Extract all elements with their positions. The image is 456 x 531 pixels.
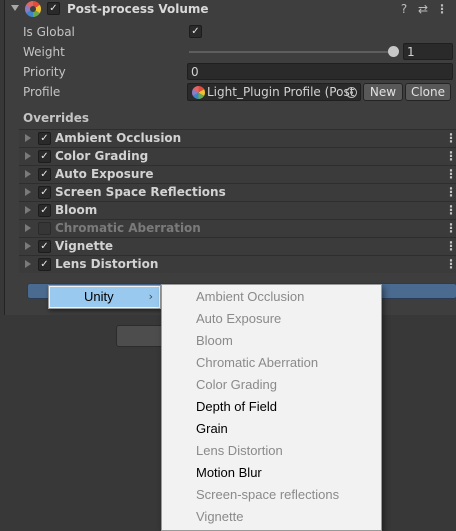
override-row[interactable]: ✓ Ambient Occlusion ⋮	[19, 129, 456, 147]
submenu-item[interactable]: Motion Blur	[196, 465, 262, 481]
override-label: Screen Space Reflections	[55, 185, 226, 199]
override-label: Ambient Occlusion	[55, 131, 182, 145]
submenu-item: Color Grading	[196, 377, 277, 392]
priority-label: Priority	[23, 65, 66, 79]
submenu-item: Ambient Occlusion	[196, 289, 305, 304]
expand-arrow-icon[interactable]	[25, 170, 31, 178]
override-row[interactable]: ✓ Color Grading ⋮	[19, 147, 456, 165]
expand-arrow-icon[interactable]	[25, 224, 31, 232]
row-menu-icon[interactable]: ⋮	[445, 184, 456, 201]
component-menu-icon[interactable]: ⋮	[435, 1, 449, 17]
submenu-item: Screen-space reflections	[196, 487, 340, 502]
clone-profile-button[interactable]: Clone	[405, 83, 451, 101]
submenu-item[interactable]: Depth of Field	[196, 399, 277, 415]
object-picker-icon[interactable]	[346, 87, 357, 98]
weight-slider-track[interactable]	[189, 51, 395, 53]
foldout-arrow-icon[interactable]	[11, 5, 19, 11]
submenu-item[interactable]: Grain	[196, 421, 228, 437]
submenu-item: Lens Distortion	[196, 443, 283, 458]
row-menu-icon[interactable]: ⋮	[445, 256, 456, 273]
component-header[interactable]: ✓ Post-process Volume ? ⇄ ⋮	[5, 0, 456, 18]
new-profile-button[interactable]: New	[363, 83, 403, 101]
effects-submenu: Ambient Occlusion Auto Exposure Bloom Chrom…	[161, 284, 382, 531]
submenu-item: Chromatic Aberration	[196, 355, 319, 370]
profile-value: Light_Plugin Profile (Post	[207, 85, 355, 99]
override-enabled-checkbox[interactable]: ✓	[38, 204, 51, 217]
expand-arrow-icon[interactable]	[25, 242, 31, 250]
override-enabled-checkbox[interactable]	[38, 222, 51, 235]
override-enabled-checkbox[interactable]: ✓	[38, 132, 51, 145]
add-component-button[interactable]	[116, 325, 164, 347]
profile-label: Profile	[23, 85, 61, 99]
override-label: Lens Distortion	[55, 257, 159, 271]
override-label: Color Grading	[55, 149, 149, 163]
row-menu-icon[interactable]: ⋮	[445, 238, 456, 255]
submenu-item: Vignette	[196, 509, 244, 524]
component-title: Post-process Volume	[67, 2, 209, 16]
profile-object-field[interactable]: Light_Plugin Profile (Post	[187, 83, 361, 101]
override-row[interactable]: ✓ Screen Space Reflections ⋮	[19, 183, 456, 201]
row-menu-icon[interactable]: ⋮	[445, 130, 456, 147]
expand-arrow-icon[interactable]	[25, 134, 31, 142]
profile-asset-icon	[192, 86, 205, 99]
row-menu-icon[interactable]: ⋮	[445, 220, 456, 237]
override-enabled-checkbox[interactable]: ✓	[38, 150, 51, 163]
expand-arrow-icon[interactable]	[25, 152, 31, 160]
override-row[interactable]: ✓ Lens Distortion ⋮	[19, 255, 456, 273]
menu-item-unity-label: Unity	[84, 289, 114, 304]
expand-arrow-icon[interactable]	[25, 188, 31, 196]
overrides-label: Overrides	[23, 111, 89, 125]
post-process-volume-icon	[25, 1, 41, 17]
override-label: Chromatic Aberration	[55, 221, 201, 235]
row-menu-icon[interactable]: ⋮	[445, 148, 456, 165]
override-row[interactable]: Chromatic Aberration ⋮	[19, 219, 456, 237]
is-global-label: Is Global	[23, 25, 75, 39]
override-row[interactable]: ✓ Vignette ⋮	[19, 237, 456, 255]
override-label: Vignette	[55, 239, 114, 253]
expand-arrow-icon[interactable]	[25, 260, 31, 268]
submenu-item: Auto Exposure	[196, 311, 282, 326]
override-label: Bloom	[55, 203, 98, 217]
weight-slider-thumb[interactable]	[388, 46, 399, 57]
override-label: Auto Exposure	[55, 167, 154, 181]
component-enabled-checkbox[interactable]: ✓	[47, 2, 60, 15]
row-menu-icon[interactable]: ⋮	[445, 202, 456, 219]
override-enabled-checkbox[interactable]: ✓	[38, 186, 51, 199]
override-enabled-checkbox[interactable]: ✓	[38, 168, 51, 181]
weight-value-field[interactable]: 1	[403, 43, 453, 60]
weight-label: Weight	[23, 45, 65, 59]
help-icon[interactable]: ?	[397, 1, 411, 17]
submenu-item: Bloom	[196, 333, 233, 348]
override-row[interactable]: ✓ Bloom ⋮	[19, 201, 456, 219]
post-process-volume-panel: ✓ Post-process Volume ? ⇄ ⋮ Is Global ✓ …	[4, 0, 456, 315]
submenu-arrow-icon: ›	[148, 290, 153, 303]
override-enabled-checkbox[interactable]: ✓	[38, 258, 51, 271]
is-global-checkbox[interactable]: ✓	[189, 25, 202, 38]
priority-field[interactable]: 0	[187, 63, 453, 80]
row-menu-icon[interactable]: ⋮	[445, 166, 456, 183]
override-row[interactable]: ✓ Auto Exposure ⋮	[19, 165, 456, 183]
override-enabled-checkbox[interactable]: ✓	[38, 240, 51, 253]
context-menu: Unity ›	[48, 285, 161, 309]
expand-arrow-icon[interactable]	[25, 206, 31, 214]
menu-item-unity[interactable]: Unity ›	[50, 287, 159, 307]
preset-icon[interactable]: ⇄	[416, 1, 430, 17]
